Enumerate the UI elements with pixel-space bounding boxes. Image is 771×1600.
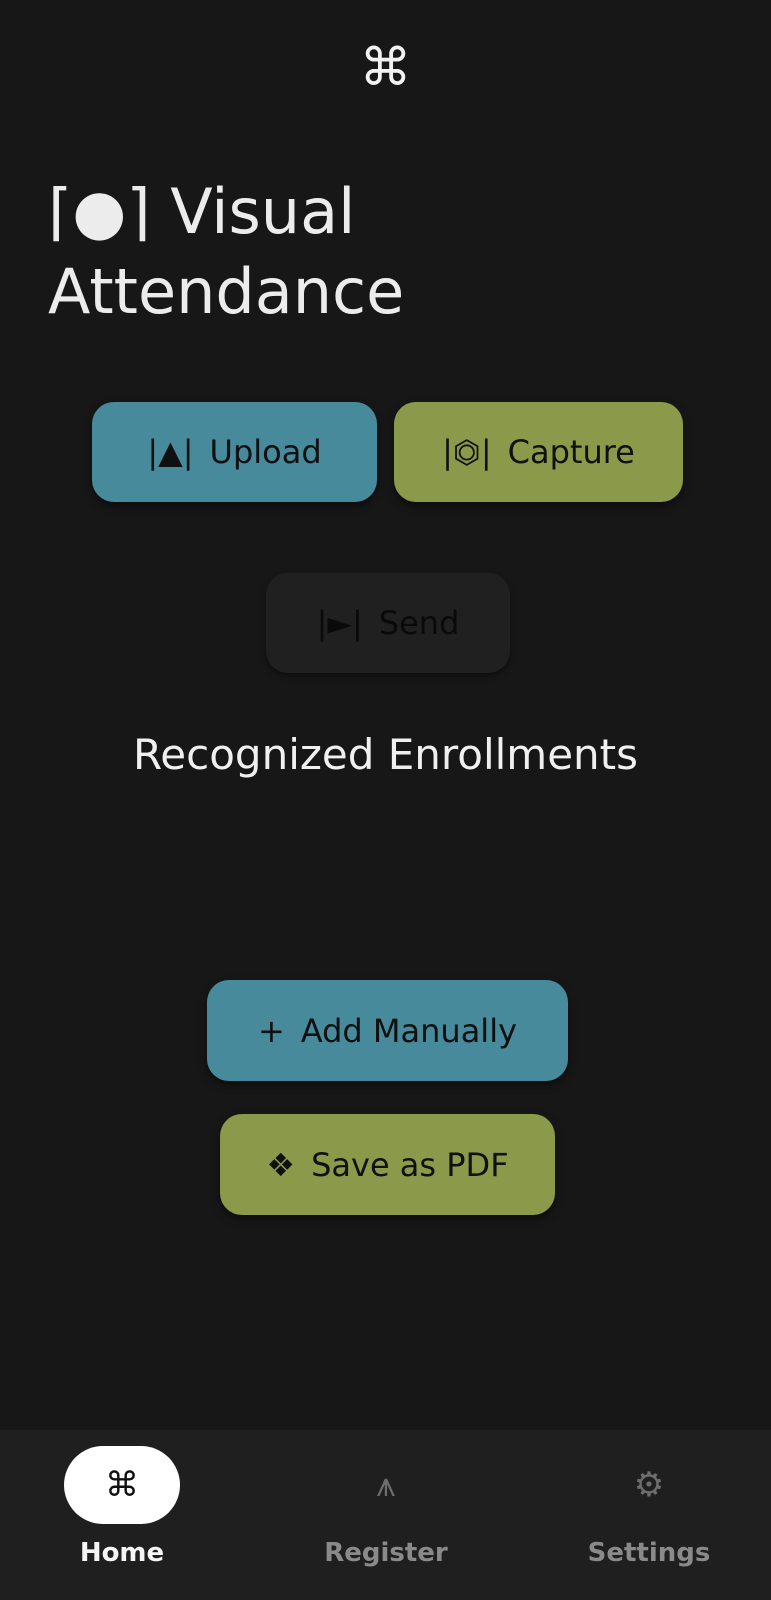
nav-item-home[interactable]: ⌘ Home bbox=[22, 1446, 222, 1586]
nav-item-settings[interactable]: ⚙ Settings bbox=[549, 1446, 749, 1586]
upload-icon: |▲| bbox=[147, 433, 194, 471]
camera-frame-icon: ⌈●⌉ bbox=[48, 175, 151, 248]
send-label: Send bbox=[378, 604, 460, 642]
capture-label: Capture bbox=[507, 433, 635, 471]
nav-label-settings: Settings bbox=[587, 1538, 711, 1568]
send-icon: |►| bbox=[316, 604, 363, 642]
gear-icon: ⚙ bbox=[633, 1465, 665, 1505]
save-as-pdf-label: Save as PDF bbox=[311, 1145, 509, 1184]
capture-icon: |⏣| bbox=[442, 433, 492, 471]
command-icon: ⌘ bbox=[64, 1446, 180, 1524]
upload-label: Upload bbox=[209, 433, 322, 471]
capture-button[interactable]: |⏣| Capture bbox=[394, 402, 683, 502]
title-line-1: Visual bbox=[170, 175, 356, 248]
diamond-icon: ❖ bbox=[266, 1145, 296, 1184]
nav-label-register: Register bbox=[324, 1538, 448, 1568]
title-line-2: Attendance bbox=[48, 255, 405, 328]
add-manually-label: Add Manually bbox=[300, 1011, 518, 1050]
command-icon: ⌘ bbox=[359, 38, 412, 98]
send-button[interactable]: |►| Send bbox=[266, 573, 510, 673]
save-as-pdf-button[interactable]: ❖ Save as PDF bbox=[220, 1114, 555, 1215]
recognized-enrollments-heading: Recognized Enrollments bbox=[132, 730, 639, 779]
upload-button[interactable]: |▲| Upload bbox=[92, 402, 377, 502]
nav-label-home: Home bbox=[79, 1538, 165, 1568]
bottom-nav: ⌘ Home ⩚ Register ⚙ Settings bbox=[0, 1430, 771, 1600]
page-title: ⌈●⌉ Visual Attendance bbox=[48, 172, 648, 332]
nav-item-register[interactable]: ⩚ Register bbox=[286, 1446, 486, 1586]
add-manually-button[interactable]: + Add Manually bbox=[207, 980, 568, 1081]
register-icon: ⩚ bbox=[376, 1465, 396, 1505]
screen: ⌘ ⌈●⌉ Visual Attendance |▲| Upload |⏣| C… bbox=[0, 0, 771, 1600]
plus-icon: + bbox=[257, 1011, 285, 1050]
